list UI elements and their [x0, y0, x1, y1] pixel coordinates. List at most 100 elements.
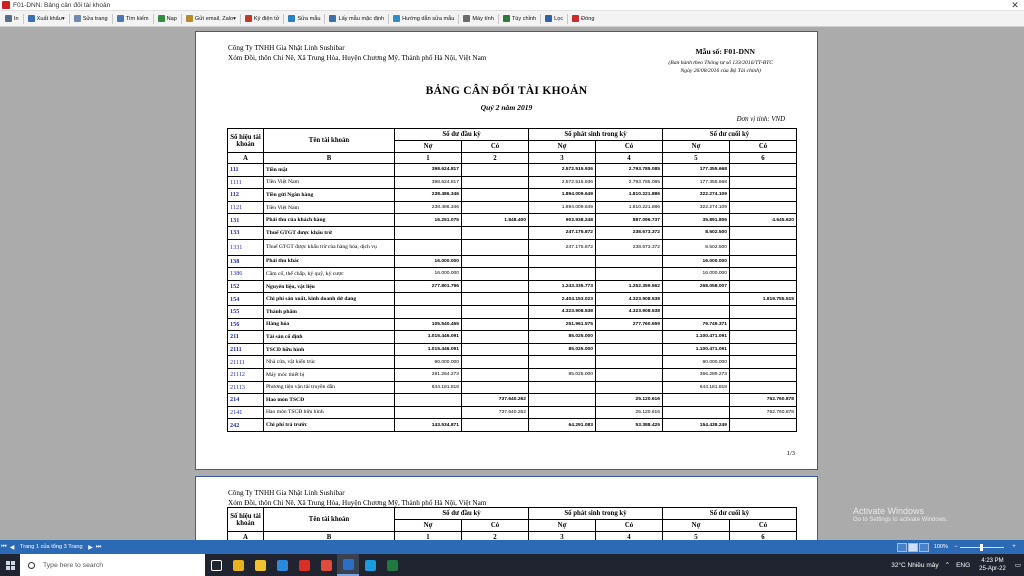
account-code[interactable]: 156 [227, 317, 264, 332]
excel-taskbar-button[interactable] [381, 554, 403, 576]
amount-cell: 322.274.109 [662, 188, 730, 202]
account-code[interactable]: 112 [227, 188, 264, 202]
load-button[interactable]: Nạp [155, 12, 180, 26]
app-blue-taskbar-button[interactable] [359, 554, 381, 576]
amount-cell [729, 267, 797, 281]
amount-cell: 281.264.273 [394, 367, 462, 382]
account-code[interactable]: 21111 [227, 355, 264, 369]
tray-chevron-icon[interactable]: ⌃ [945, 561, 950, 569]
amount-cell: 177.355.668 [662, 175, 730, 190]
export-label: Xuất khẩu [36, 15, 62, 22]
account-code[interactable]: 138 [227, 254, 264, 269]
misa-icon [342, 558, 354, 570]
amount-cell: 366.289.273 [662, 367, 730, 382]
col-header-opening: Số dư đầu kỳ [394, 128, 529, 141]
zalo-taskbar-button[interactable] [271, 554, 293, 576]
account-code[interactable]: 1121 [227, 200, 264, 215]
account-code[interactable]: 21112 [227, 367, 264, 382]
print-button[interactable]: In [2, 12, 22, 26]
account-code[interactable]: 131 [227, 213, 264, 227]
edit-template-button[interactable]: Sửa mẫu [285, 12, 323, 26]
account-code[interactable]: 2141 [227, 405, 264, 420]
col-header-code: Số hiệu tài khoản [227, 128, 264, 153]
view-single-page-icon[interactable] [896, 542, 907, 552]
amount-cell: 8.502.500 [662, 225, 730, 240]
amount-cell [461, 418, 529, 432]
amount-cell [595, 330, 663, 344]
amount-cell [729, 279, 797, 294]
clock[interactable]: 4:23 PM 25-Apr-22 [979, 557, 1006, 573]
toolbar-separator [152, 13, 154, 24]
file-explorer-taskbar-button[interactable] [249, 554, 271, 576]
amount-cell: 4.323.908.538 [595, 292, 663, 306]
misa-taskbar-button[interactable] [337, 554, 359, 576]
amount-cell: 79.749.371 [662, 317, 730, 332]
prev-page-button[interactable]: ◀ [8, 544, 16, 551]
view-multi-page-icon[interactable] [918, 542, 929, 552]
zoom-out-button[interactable]: − [952, 544, 960, 550]
account-code[interactable]: 1111 [227, 175, 264, 190]
zoom-slider-knob[interactable] [980, 543, 983, 551]
view-continuous-icon[interactable] [907, 542, 918, 552]
options-button[interactable]: Tùy chỉnh [500, 12, 539, 26]
table-row: 214 Hao mòn TSCĐ 737.640.262 25.120.616 762.… [227, 393, 797, 407]
window-close-button[interactable]: ✕ [1006, 0, 1024, 11]
close-button[interactable]: Đóng [569, 12, 597, 26]
zoom-slider[interactable] [960, 543, 1004, 551]
print-label: In [14, 15, 19, 22]
col-header-debit: Nợ [528, 519, 596, 532]
file-explorer-icon [254, 559, 266, 571]
start-button[interactable] [0, 554, 20, 576]
account-code[interactable]: 21113 [227, 380, 264, 395]
email-button[interactable]: Gửi email, Zalo ▾ [183, 12, 239, 26]
clock-time: 4:23 PM [981, 558, 1004, 564]
default-template-button[interactable]: Lấy mẫu mặc định [326, 12, 387, 26]
report-viewer[interactable]: Công Ty TNHH Gia Nhật Linh Sushibar Xóm … [0, 28, 1024, 540]
chrome-2-taskbar-button[interactable] [315, 554, 337, 576]
amount-cell [394, 292, 462, 306]
export-button[interactable]: Xuất khẩu ▾ [25, 12, 68, 26]
window-title: F01-DNN: Bảng cân đối tài khoản [13, 1, 111, 9]
account-code[interactable]: 155 [227, 304, 264, 319]
next-page-button[interactable]: ▶ [87, 544, 95, 551]
chrome-2-icon [320, 559, 332, 571]
chrome-taskbar-button[interactable] [227, 554, 249, 576]
edit-label: Sửa trang [82, 15, 108, 22]
toolbar-separator [22, 13, 24, 24]
account-code[interactable]: 133 [227, 225, 264, 240]
weather-text[interactable]: 32°C Nhiều mây [891, 562, 938, 569]
edit-template-icon [288, 15, 296, 22]
task-view-icon [210, 559, 222, 571]
account-code[interactable]: 111 [227, 163, 264, 177]
account-code[interactable]: 211 [227, 330, 264, 344]
filter-button[interactable]: Lọc [542, 12, 566, 26]
account-code[interactable]: 152 [227, 279, 264, 294]
edit-button[interactable]: Sửa trang [71, 12, 111, 26]
table-row: 211 Tài sản cố định 1.015.446.091 85.025.00… [227, 330, 797, 344]
account-name: Tiền Việt Nam [263, 175, 395, 190]
table-row: 2111 TSCĐ hữu hình 1.015.446.091 85.025.000… [227, 342, 797, 357]
app-red-taskbar-button[interactable] [293, 554, 315, 576]
account-code[interactable]: 154 [227, 292, 264, 306]
taskbar-search[interactable]: Type here to search [20, 554, 205, 576]
last-page-button[interactable]: ⏭ [95, 544, 103, 551]
find-button[interactable]: Tìm kiếm [114, 12, 152, 26]
first-page-button[interactable]: ⏮ [0, 544, 8, 551]
guide-button[interactable]: Hướng dẫn sửa mẫu [390, 12, 457, 26]
esign-button[interactable]: Ký điện tử [242, 12, 283, 26]
notification-icon[interactable]: ▭ [1015, 561, 1021, 569]
table-row: 111 Tiền mặt 398.624.817 2.572.515.936 2.793… [227, 163, 797, 177]
account-code[interactable]: 242 [227, 418, 264, 432]
calculator-button[interactable]: Máy tính [460, 12, 496, 26]
account-code[interactable]: 2111 [227, 342, 264, 357]
zoom-in-button[interactable]: + [1010, 544, 1018, 550]
col-header-name: Tên tài khoản [263, 507, 395, 532]
language-indicator[interactable]: ENG [956, 562, 970, 569]
account-name: Hao mòn TSCĐ [263, 393, 395, 407]
amount-cell: 238.486.346 [394, 200, 462, 215]
amount-cell: 247.175.872 [528, 225, 596, 240]
account-code[interactable]: 214 [227, 393, 264, 407]
account-code[interactable]: 1386 [227, 267, 264, 281]
task-view-taskbar-button[interactable] [205, 554, 227, 576]
account-code[interactable]: 1331 [227, 238, 264, 256]
